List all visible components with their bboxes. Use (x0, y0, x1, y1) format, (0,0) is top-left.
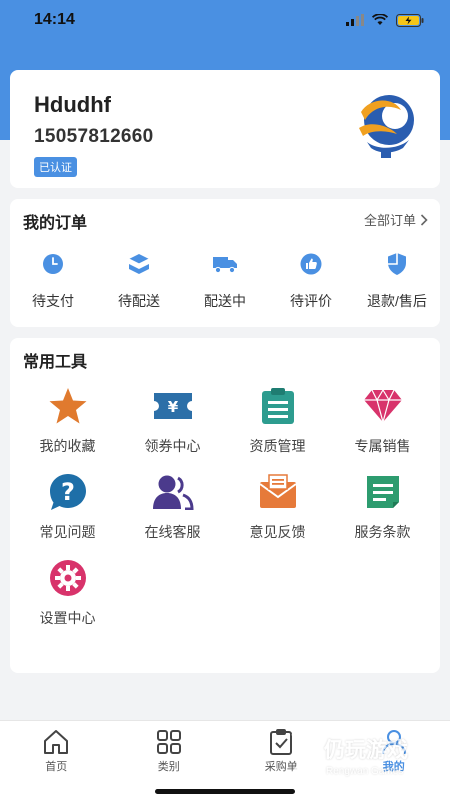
signal-icon (346, 14, 364, 26)
svg-text:¥: ¥ (167, 398, 178, 416)
tool-label: 服务条款 (354, 524, 411, 540)
tool-label: 常见问题 (39, 524, 96, 540)
tool-label: 资质管理 (249, 438, 306, 454)
order-item-refund[interactable]: 退款/售后 (354, 251, 440, 311)
tools-card: 常用工具 我的收藏 ¥ 领券中心 资质管理 专属销售 ? 常见问题 在线客服 意… (10, 338, 440, 673)
orders-title: 我的订单 (23, 215, 88, 232)
svg-text:?: ? (61, 478, 75, 506)
orders-card: 我的订单 全部订单 待支付 待配送 配送中 待评价 退款/售后 (10, 199, 440, 327)
thumbs-up-icon (298, 251, 324, 277)
order-item-pending-payment[interactable]: 待支付 (10, 251, 96, 311)
question-icon: ? (47, 472, 89, 512)
tools-title: 常用工具 (23, 354, 88, 371)
watermark-title: 仍玩游戏 (324, 739, 408, 762)
order-item-label: 退款/售后 (367, 293, 427, 309)
tool-label: 专属销售 (354, 438, 411, 454)
tool-terms[interactable]: 服务条款 (330, 472, 435, 558)
watermark: 仍玩游戏 Rengwan Games (290, 726, 440, 786)
grid-icon (156, 730, 181, 754)
clock-icon (40, 251, 66, 277)
tool-label: 意见反馈 (249, 524, 306, 540)
tool-settings[interactable]: 设置中心 (15, 558, 120, 644)
tool-label: 我的收藏 (39, 438, 96, 454)
order-status-row: 待支付 待配送 配送中 待评价 退款/售后 (10, 251, 440, 311)
verified-badge: 已认证 (34, 157, 77, 177)
tool-label: 在线客服 (144, 524, 201, 540)
envelope-icon (257, 472, 299, 512)
chevron-right-icon (420, 213, 428, 226)
clipboard-icon (257, 386, 299, 426)
diamond-icon (362, 386, 404, 426)
order-item-label: 待支付 (32, 293, 74, 309)
status-time: 14:14 (34, 11, 75, 28)
company-logo (359, 95, 414, 158)
customer-service-icon (152, 472, 194, 512)
order-item-pending-review[interactable]: 待评价 (268, 251, 354, 311)
order-item-in-delivery[interactable]: 配送中 (182, 251, 268, 311)
user-name: Hdudhf (34, 92, 111, 117)
order-item-pending-delivery[interactable]: 待配送 (96, 251, 182, 311)
tab-label: 首页 (45, 761, 68, 773)
package-icon (126, 251, 152, 277)
tool-customer-service[interactable]: 在线客服 (120, 472, 225, 558)
order-item-label: 待配送 (118, 293, 160, 309)
watermark-logo-icon (291, 734, 322, 774)
tool-qualifications[interactable]: 资质管理 (225, 386, 330, 472)
coupon-icon: ¥ (152, 386, 194, 426)
settings-icon (47, 558, 89, 598)
tab-home[interactable]: 首页 (0, 721, 113, 800)
home-icon (44, 730, 69, 754)
tab-label: 类别 (157, 761, 180, 773)
order-item-label: 配送中 (204, 293, 246, 309)
all-orders-label: 全部订单 (363, 213, 416, 228)
truck-icon (212, 251, 238, 277)
tool-grid: 我的收藏 ¥ 领券中心 资质管理 专属销售 ? 常见问题 在线客服 意见反馈 服… (10, 386, 440, 644)
tool-feedback[interactable]: 意见反馈 (225, 472, 330, 558)
order-item-label: 待评价 (290, 293, 332, 309)
tool-favorites[interactable]: 我的收藏 (15, 386, 120, 472)
tool-exclusive-sales[interactable]: 专属销售 (330, 386, 435, 472)
status-bar: 14:14 (0, 0, 450, 40)
profile-card[interactable]: Hdudhf 15057812660 已认证 (10, 70, 440, 188)
tool-label: 设置中心 (39, 610, 96, 626)
document-icon (362, 472, 404, 512)
user-phone: 15057812660 (34, 126, 154, 147)
shield-icon (384, 251, 410, 277)
status-icons (346, 13, 424, 27)
tool-label: 领券中心 (144, 438, 201, 454)
home-indicator (155, 789, 295, 794)
tool-coupons[interactable]: ¥ 领券中心 (120, 386, 225, 472)
all-orders-link[interactable]: 全部订单 (364, 210, 428, 229)
wifi-icon (372, 14, 388, 25)
tool-faq[interactable]: ? 常见问题 (15, 472, 120, 558)
battery-icon (396, 13, 424, 27)
star-icon (47, 386, 89, 426)
watermark-subtitle: Rengwan Games (326, 766, 404, 777)
